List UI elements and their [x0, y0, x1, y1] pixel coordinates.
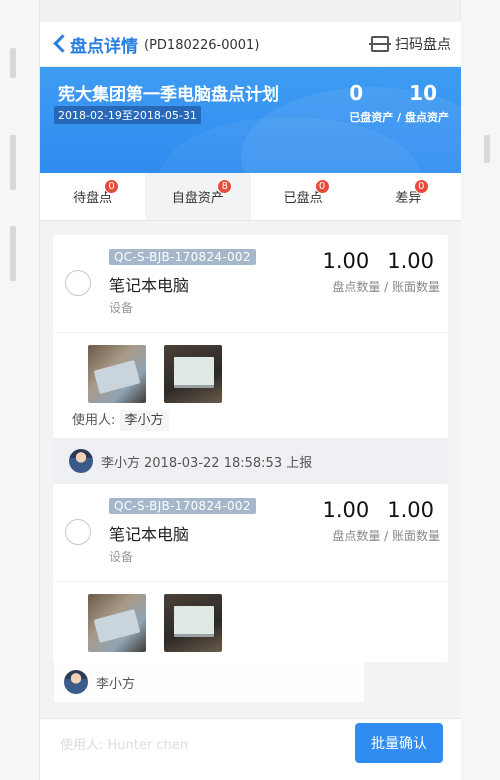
quantity-values: 1.00 1.00: [322, 498, 434, 522]
asset-card: QC-S-BJB-170824-002 笔记本电脑 设备 1.00 1.00 盘…: [53, 484, 448, 662]
stat-label: 已盘资产 / 盘点资产: [349, 111, 449, 124]
tab-badge: 0: [314, 179, 330, 194]
count-quantity: 1.00: [322, 249, 370, 273]
user-row: 使用人: 李小方: [72, 409, 434, 431]
phone-side-button: [10, 226, 16, 281]
asset-name: 笔记本电脑: [109, 525, 190, 544]
tab-self-counted[interactable]: 自盘资产 8: [145, 173, 251, 220]
back-arrow-icon[interactable]: [52, 34, 66, 54]
phone-side-button: [10, 48, 16, 78]
app-screen: 盘点详情 (PD180226-0001) 扫码盘点 宪大集团第一季电脑盘点计划 …: [40, 22, 461, 780]
quantity-values: 1.00 1.00: [322, 249, 434, 273]
faded-user-text: 使用人: Hunter chen: [60, 738, 188, 753]
asset-code: QC-S-BJB-170824-002: [109, 498, 256, 514]
book-quantity: 1.00: [387, 249, 434, 273]
plan-dates: 2018-02-19至2018-05-31: [54, 106, 201, 124]
tab-badge: 8: [217, 179, 233, 194]
asset-category: 设备: [109, 550, 134, 564]
book-quantity: 1.00: [387, 498, 434, 522]
select-radio[interactable]: [65, 270, 91, 296]
quantity-label: 盘点数量 / 账面数量: [332, 280, 440, 294]
asset-media: [53, 582, 448, 662]
reporter-name: 李小方: [96, 676, 136, 692]
stat-numbers: 0 10: [349, 81, 437, 105]
asset-code: QC-S-BJB-170824-002: [109, 249, 256, 265]
asset-card: QC-S-BJB-170824-002 笔记本电脑 设备 1.00 1.00 盘…: [53, 235, 448, 438]
quantity-label: 盘点数量 / 账面数量: [332, 529, 440, 543]
asset-photo[interactable]: [88, 594, 146, 652]
batch-confirm-button[interactable]: 批量确认: [355, 723, 443, 763]
tab-difference[interactable]: 差异 0: [356, 173, 461, 220]
report-time: 2018-03-22 18:58:53 上报: [144, 455, 313, 471]
asset-photo[interactable]: [164, 345, 222, 403]
reporter-name: 李小方: [101, 455, 141, 471]
tab-badge: 0: [104, 179, 119, 194]
page-title: 盘点详情: [70, 36, 138, 57]
asset-card-header: QC-S-BJB-170824-002 笔记本电脑 设备 1.00 1.00 盘…: [53, 235, 448, 333]
count-quantity: 1.00: [322, 498, 370, 522]
asset-photo[interactable]: [164, 594, 222, 652]
tab-label: 自盘资产: [171, 191, 224, 206]
asset-card-header: QC-S-BJB-170824-002 笔记本电脑 设备 1.00 1.00 盘…: [53, 484, 448, 582]
photo-list: [88, 345, 434, 403]
plan-name: 宪大集团第一季电脑盘点计划: [58, 85, 279, 105]
report-bar: 李小方 2018-03-22 18:58:53 上报: [53, 438, 448, 484]
tab-badge: 0: [413, 179, 429, 194]
asset-category: 设备: [109, 301, 134, 315]
bottom-action-bar: 使用人: Hunter chen 批量确认: [40, 718, 461, 780]
select-radio[interactable]: [65, 519, 91, 545]
asset-media: 使用人: 李小方: [53, 333, 448, 438]
plan-banner: 宪大集团第一季电脑盘点计划 2018-02-19至2018-05-31 0 10…: [40, 67, 461, 173]
avatar: [64, 670, 88, 694]
plan-code: (PD180226-0001): [144, 37, 260, 53]
nav-header: 盘点详情 (PD180226-0001) 扫码盘点: [40, 22, 461, 67]
asset-photo[interactable]: [88, 345, 146, 403]
scan-icon: [369, 36, 391, 52]
counted-count: 0: [349, 81, 364, 105]
asset-list: QC-S-BJB-170824-002 笔记本电脑 设备 1.00 1.00 盘…: [40, 221, 461, 662]
user-name: 李小方: [119, 410, 169, 431]
avatar: [69, 449, 93, 473]
total-count: 10: [409, 81, 437, 105]
phone-side-button: [10, 135, 16, 190]
asset-name: 笔记本电脑: [109, 276, 190, 295]
tab-counted[interactable]: 已盘点 0: [251, 173, 356, 220]
phone-bezel-left: [0, 0, 40, 780]
drag-preview-report: 李小方: [54, 662, 364, 702]
phone-side-button: [484, 135, 490, 163]
scan-label: 扫码盘点: [395, 37, 451, 53]
user-label: 使用人:: [72, 413, 116, 428]
tab-pending[interactable]: 待盘点 0: [40, 173, 145, 220]
photo-list: [88, 594, 434, 652]
phone-bezel-right: [460, 0, 500, 780]
tab-bar: 待盘点 0 自盘资产 8 已盘点 0 差异 0: [40, 173, 461, 221]
scan-button[interactable]: 扫码盘点: [369, 34, 451, 54]
